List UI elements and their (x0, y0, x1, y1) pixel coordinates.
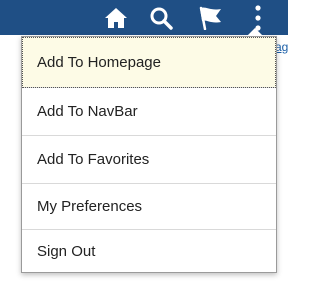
menu-item-label: Add To NavBar (37, 103, 138, 120)
home-icon[interactable] (101, 3, 131, 33)
menu-caret (247, 28, 263, 36)
header-bar (0, 0, 288, 35)
menu-item-label: My Preferences (37, 198, 143, 215)
menu-item-my-preferences[interactable]: My Preferences (22, 184, 276, 230)
menu-item-add-to-navbar[interactable]: Add To NavBar (22, 88, 276, 136)
menu-item-sign-out[interactable]: Sign Out (22, 230, 276, 273)
menu-item-label: Add To Homepage (37, 53, 161, 71)
menu-item-label: Add To Favorites (37, 151, 150, 168)
flag-icon[interactable] (195, 3, 225, 33)
menu-item-add-to-favorites[interactable]: Add To Favorites (22, 136, 276, 184)
menu-item-label: Sign Out (37, 243, 96, 260)
actions-dropdown-menu: Add To Homepage Add To NavBar Add To Fav… (21, 36, 277, 273)
page-link-partial[interactable]: ag (275, 40, 288, 54)
menu-item-add-to-homepage[interactable]: Add To Homepage (22, 37, 276, 88)
search-icon[interactable] (146, 3, 176, 33)
